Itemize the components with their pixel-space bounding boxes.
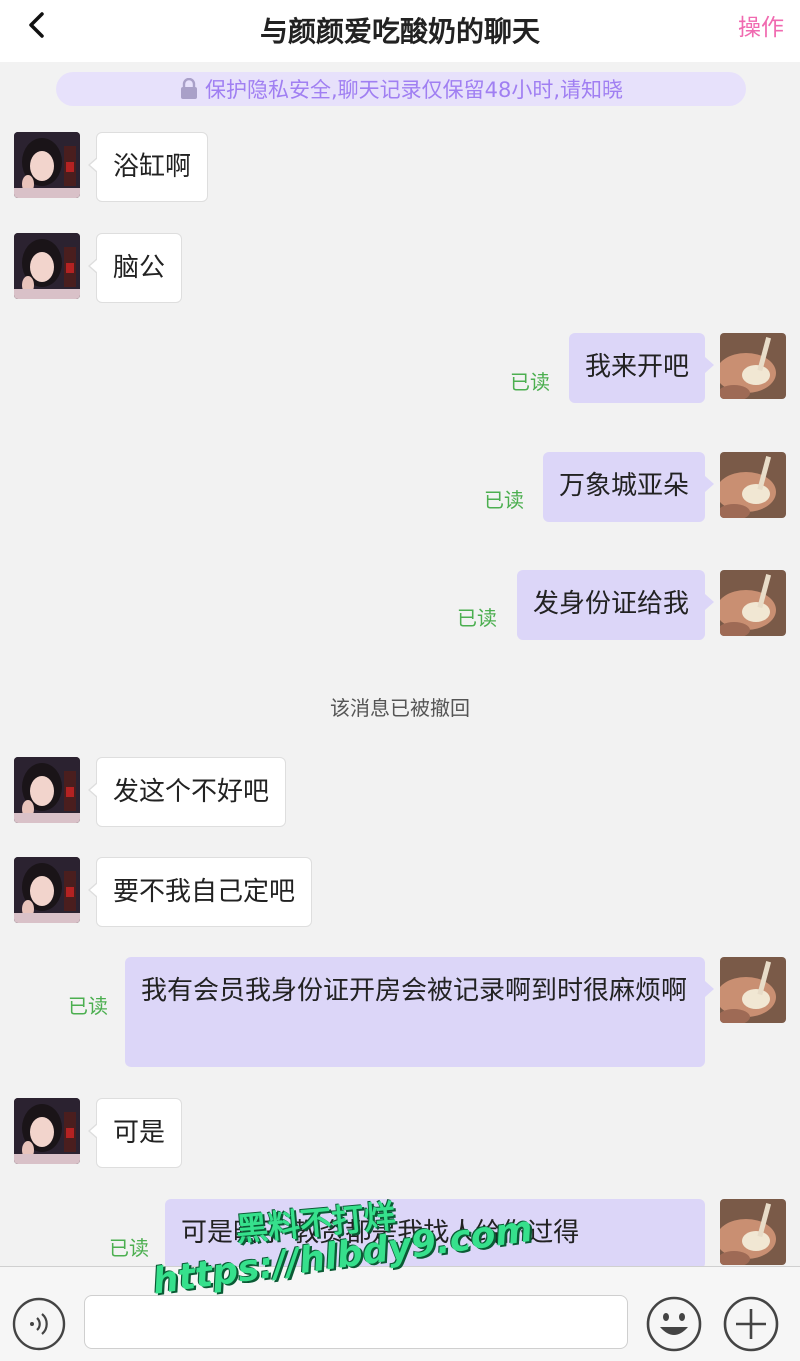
- sent-message-bubble[interactable]: 发身份证给我: [516, 570, 715, 640]
- sent-message-bubble[interactable]: 我有会员我身份证开房会被记录啊到时很麻烦啊: [125, 957, 714, 1067]
- read-status: 已读: [457, 606, 497, 630]
- user-avatar[interactable]: [720, 957, 786, 1023]
- smiley-icon[interactable]: [645, 1295, 703, 1353]
- user-avatar[interactable]: [720, 1199, 786, 1265]
- page-title: 与颜颜爱吃酸奶的聊天: [259, 15, 540, 48]
- contact-avatar[interactable]: [14, 857, 80, 923]
- lock-icon: [180, 78, 197, 99]
- message-input[interactable]: [84, 1295, 628, 1349]
- privacy-notice: 保护隐私安全,聊天记录仅保留48小时,请知晓: [56, 72, 746, 106]
- action-button[interactable]: 操作: [738, 8, 784, 42]
- sent-message-bubble[interactable]: 万象城亚朵: [542, 452, 715, 522]
- user-avatar[interactable]: [720, 570, 786, 636]
- user-avatar[interactable]: [720, 333, 786, 399]
- received-message-bubble[interactable]: 可是: [87, 1098, 183, 1168]
- voice-icon[interactable]: [12, 1297, 66, 1351]
- contact-avatar[interactable]: [14, 132, 80, 198]
- received-message-bubble[interactable]: 脑公: [87, 233, 183, 303]
- composer-bar: [0, 1266, 800, 1361]
- read-status: 已读: [109, 1236, 149, 1260]
- read-status: 已读: [510, 370, 550, 394]
- chat-header: 与颜颜爱吃酸奶的聊天 操作: [0, 0, 800, 62]
- contact-avatar[interactable]: [14, 233, 80, 299]
- read-status: 已读: [68, 994, 108, 1018]
- recalled-message-notice: 该消息已被撤回: [330, 696, 470, 720]
- user-avatar[interactable]: [720, 452, 786, 518]
- contact-avatar[interactable]: [14, 757, 80, 823]
- read-status: 已读: [484, 488, 524, 512]
- received-message-bubble[interactable]: 要不我自己定吧: [87, 857, 313, 927]
- privacy-notice-text: 保护隐私安全,聊天记录仅保留48小时,请知晓: [204, 78, 624, 102]
- plus-icon[interactable]: [722, 1295, 780, 1353]
- received-message-bubble[interactable]: 浴缸啊: [87, 132, 209, 202]
- contact-avatar[interactable]: [14, 1098, 80, 1164]
- sent-message-bubble[interactable]: 我来开吧: [568, 333, 715, 403]
- received-message-bubble[interactable]: 发这个不好吧: [87, 757, 287, 827]
